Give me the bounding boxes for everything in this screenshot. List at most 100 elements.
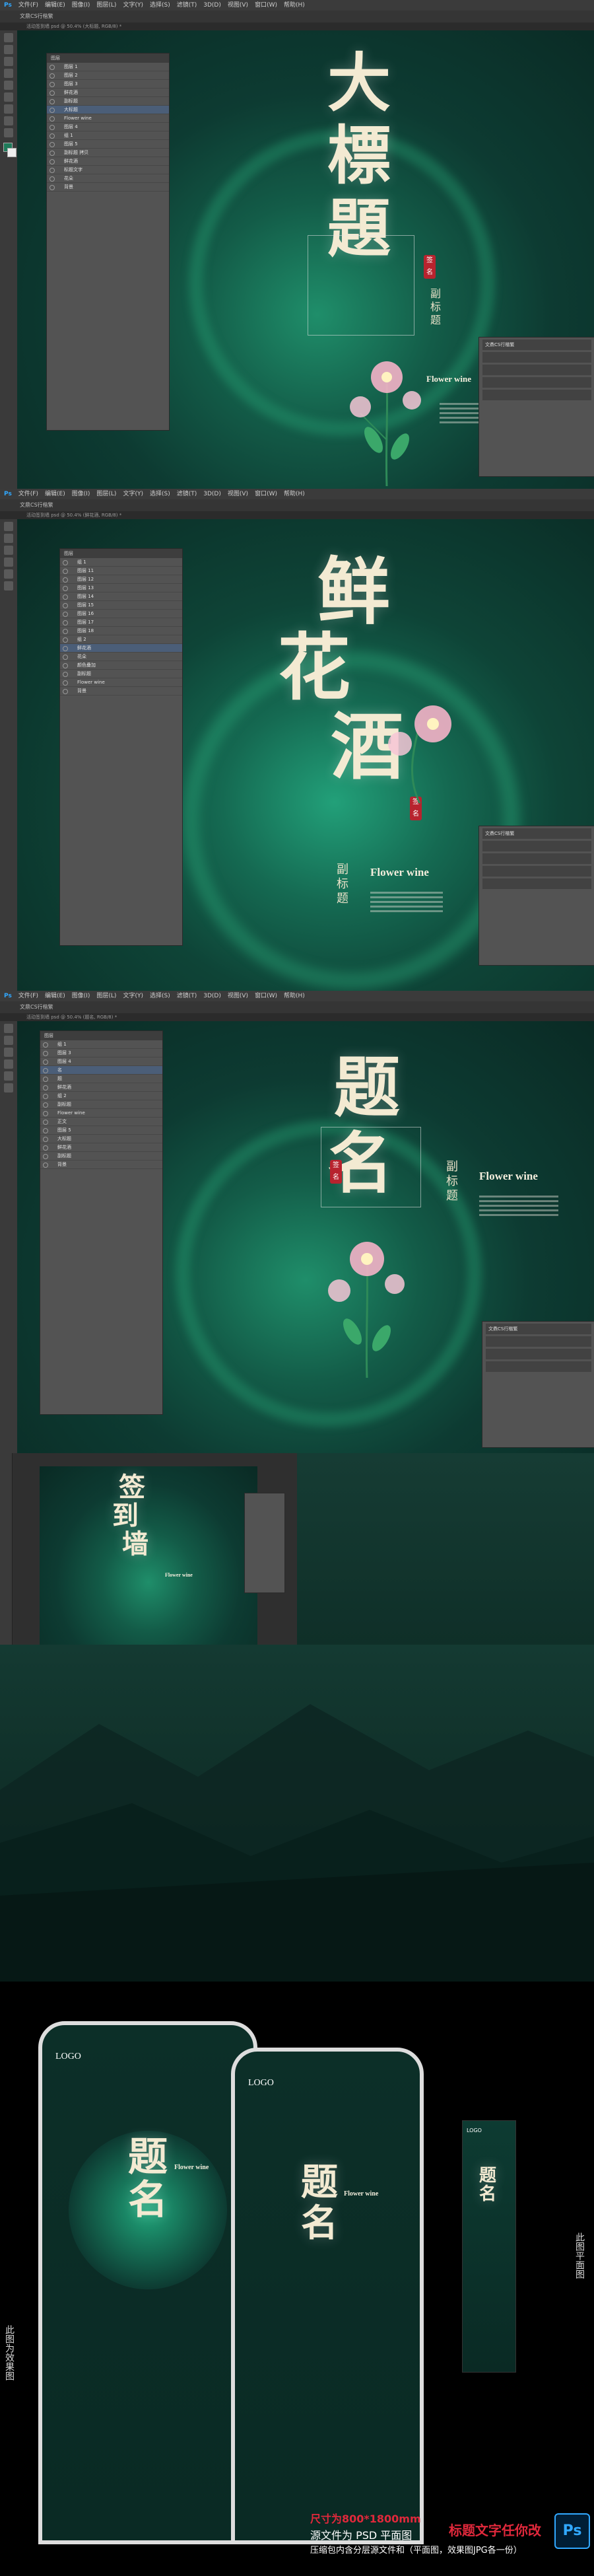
brush-tool-icon[interactable] [4,81,13,90]
crop-tool-icon[interactable] [4,69,13,78]
eraser-tool-icon[interactable] [4,92,13,102]
text-tool-icon[interactable] [4,104,13,114]
document-tab[interactable]: 活动签到墙 psd @ 50.4% (大标题, RGB/8) * [0,22,594,30]
menu-type[interactable]: 文字(Y) [123,489,143,499]
layer-row-selected[interactable]: 鲜花酒 [60,644,182,653]
layers-panel-header[interactable]: 图层 [40,1031,162,1040]
scale-field[interactable] [482,866,591,877]
layer-row[interactable]: 图层 13 [60,584,182,592]
layer-row[interactable]: 图层 5 [40,1126,162,1135]
layer-row[interactable]: 组 1 [60,558,182,567]
brush-tool-icon[interactable] [4,1059,13,1069]
layer-row-selected[interactable]: 名 [40,1066,162,1075]
layer-row[interactable]: 图层 11 [60,567,182,575]
layer-row[interactable]: 图层 3 [40,1049,162,1057]
layer-row[interactable]: 图层 3 [47,80,169,89]
layer-row[interactable]: Flower wine [40,1109,162,1118]
font-family-select[interactable]: 文鼎CS行楷繁 [20,502,53,508]
menu-select[interactable]: 选择(S) [150,489,170,499]
layer-row[interactable]: 图层 4 [47,123,169,131]
layers-panel-header[interactable]: 图层 [47,54,169,63]
menu-type[interactable]: 文字(Y) [123,991,143,1001]
character-panel[interactable]: 文鼎CS行楷繁 [478,337,594,477]
menu-image[interactable]: 图像(I) [72,0,90,11]
character-panel[interactable]: 文鼎CS行楷繁 [482,1321,594,1448]
layer-row[interactable]: 大标题 [40,1135,162,1143]
menu-view[interactable]: 视图(V) [228,991,248,1001]
layers-panel-header[interactable]: 图层 [60,549,182,558]
menu-edit[interactable]: 编辑(E) [45,991,65,1001]
layer-row[interactable]: 图层 5 [47,140,169,149]
font-family-field[interactable]: 文鼎CS行楷繁 [482,340,591,350]
layer-row[interactable]: 图层 16 [60,610,182,618]
menu-bar[interactable]: Ps 文件(F) 编辑(E) 图像(I) 图层(L) 文字(Y) 选择(S) 滤… [0,489,594,499]
tracking-field[interactable] [482,853,591,864]
zoom-tool-icon[interactable] [4,128,13,137]
layer-row[interactable]: 鲜花酒 [47,157,169,166]
menu-image[interactable]: 图像(I) [72,991,90,1001]
move-tool-icon[interactable] [4,1024,13,1033]
layer-row[interactable]: 图层 1 [47,63,169,71]
lasso-tool-icon[interactable] [4,1048,13,1057]
menu-window[interactable]: 窗口(W) [255,0,277,11]
layer-row[interactable]: 图层 17 [60,618,182,627]
tools-panel[interactable] [0,30,18,489]
layer-row[interactable]: 标题文字 [47,166,169,174]
layer-row[interactable]: 鲜花酒 [40,1083,162,1092]
menu-bar[interactable]: Ps 文件(F) 编辑(E) 图像(I) 图层(L) 文字(Y) 选择(S) 滤… [0,0,594,11]
pen-tool-icon[interactable] [4,116,13,125]
layer-row[interactable]: 组 2 [60,635,182,644]
layers-panel[interactable]: 图层 组 1 图层 3 图层 4 名 题 鲜花酒 组 2 副标题 Flower … [40,1030,163,1415]
menu-view[interactable]: 视图(V) [228,489,248,499]
menu-file[interactable]: 文件(F) [18,0,38,11]
menu-filter[interactable]: 滤镜(T) [177,0,197,11]
layer-row[interactable]: Flower wine [47,114,169,123]
tools-panel[interactable] [0,1021,18,1453]
font-size-field[interactable] [482,841,591,851]
layer-row[interactable]: 图层 18 [60,627,182,635]
font-family-field[interactable]: 文鼎CS行楷繁 [486,1324,591,1334]
font-family-select[interactable]: 文鼎CS行楷繁 [20,13,53,19]
layer-row[interactable]: 图层 4 [40,1057,162,1066]
options-bar[interactable]: 文鼎CS行楷繁 [0,499,594,511]
menu-3d[interactable]: 3D(D) [203,991,221,1001]
options-bar[interactable]: 文鼎CS行楷繁 [0,1001,594,1013]
menu-window[interactable]: 窗口(W) [255,991,277,1001]
layer-row[interactable]: 组 2 [40,1092,162,1100]
layer-row[interactable]: 背景 [47,183,169,192]
document-tab[interactable]: 活动签到墙 psd @ 50.4% (题名, RGB/8) * [0,1013,594,1021]
canvas[interactable]: 签 到 墙 Flower wine [40,1466,257,1645]
color-field[interactable] [482,390,591,400]
font-family-field[interactable]: 文鼎CS行楷繁 [482,828,591,839]
layer-row[interactable]: 副标题 [60,670,182,678]
menu-file[interactable]: 文件(F) [18,991,38,1001]
menu-edit[interactable]: 编辑(E) [45,489,65,499]
document-tab[interactable]: 活动签到墙 psd @ 50.4% (鲜花酒, RGB/8) * [0,511,594,519]
font-family-select[interactable]: 文鼎CS行楷繁 [20,1004,53,1010]
menu-filter[interactable]: 滤镜(T) [177,991,197,1001]
move-tool-icon[interactable] [4,522,13,531]
menu-3d[interactable]: 3D(D) [203,489,221,499]
layer-row[interactable]: 副标题 [40,1100,162,1109]
menu-3d[interactable]: 3D(D) [203,0,221,11]
layer-row[interactable]: 组 1 [40,1040,162,1049]
menu-select[interactable]: 选择(S) [150,0,170,11]
layer-row[interactable]: 背景 [60,687,182,696]
menu-layer[interactable]: 图层(L) [96,991,116,1001]
layer-row[interactable]: 图层 14 [60,592,182,601]
tools-panel[interactable] [0,519,18,991]
layer-row-selected[interactable]: 大标题 [47,106,169,114]
menu-type[interactable]: 文字(Y) [123,0,143,11]
layer-row[interactable]: 副标题 拷贝 [47,149,169,157]
color-field[interactable] [482,878,591,889]
tracking-field[interactable] [482,365,591,375]
menu-image[interactable]: 图像(I) [72,489,90,499]
scale-field[interactable] [482,377,591,388]
menu-help[interactable]: 帮助(H) [284,991,305,1001]
tools-panel[interactable] [0,1453,13,1645]
background-color-swatch[interactable] [7,148,16,157]
menu-file[interactable]: 文件(F) [18,489,38,499]
brush-tool-icon[interactable] [4,557,13,567]
layer-row[interactable]: Flower wine [60,678,182,687]
marquee-tool-icon[interactable] [4,534,13,543]
